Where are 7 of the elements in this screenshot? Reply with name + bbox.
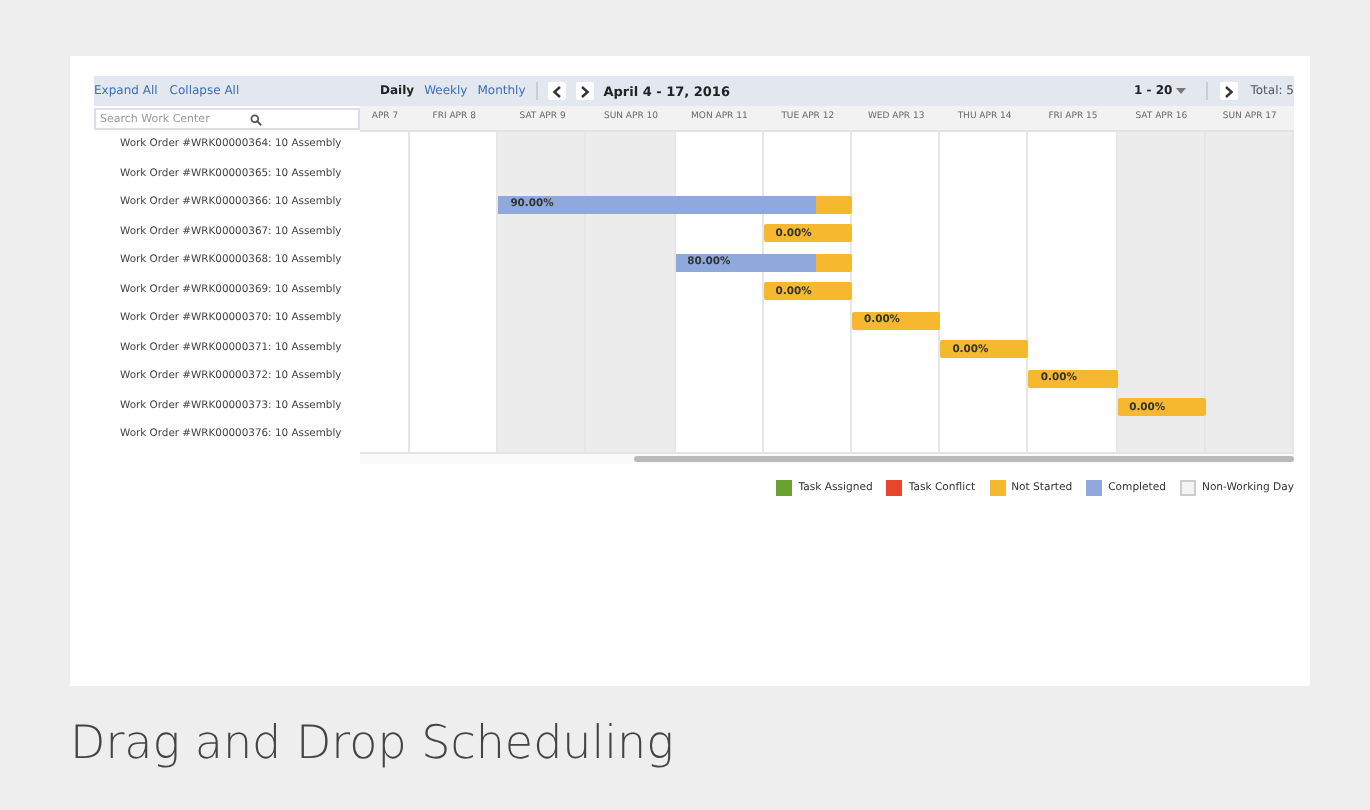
previous-button[interactable] bbox=[547, 82, 566, 100]
next-button[interactable] bbox=[575, 82, 594, 100]
scrollbar[interactable] bbox=[634, 455, 1294, 461]
search-icon bbox=[250, 113, 262, 125]
caption: Drag and Drop Scheduling bbox=[70, 716, 676, 770]
caret-icon bbox=[1176, 88, 1187, 94]
next-page-button[interactable] bbox=[1220, 82, 1239, 100]
